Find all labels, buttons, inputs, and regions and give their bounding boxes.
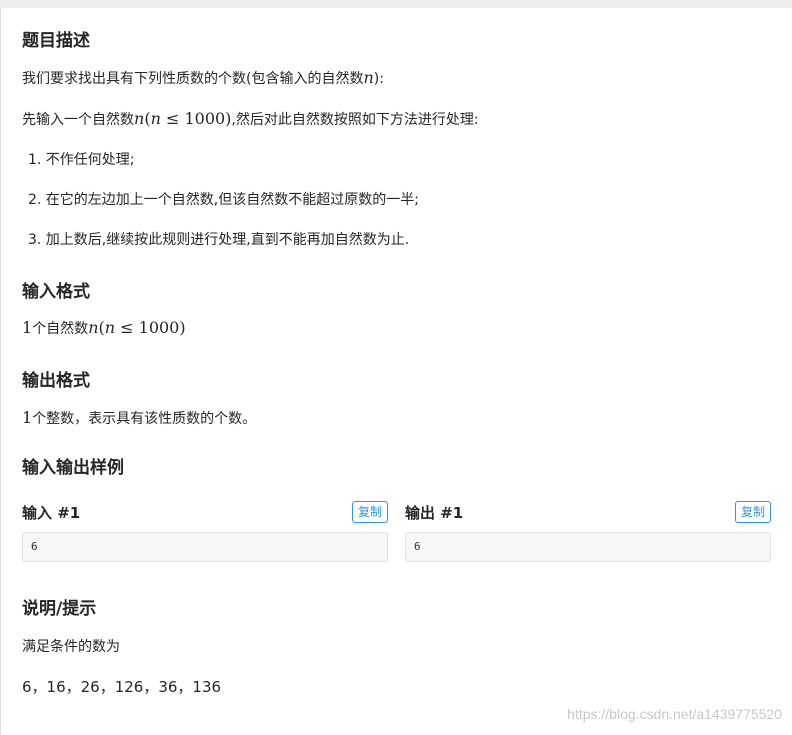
watermark-text: https://blog.csdn.net/a1439775520: [567, 706, 782, 722]
sample-output-panel: 输出 #1 复制 6: [405, 500, 771, 562]
left-border: [0, 8, 1, 735]
output-format-text: 1个整数，表示具有该性质数的个数。: [22, 408, 257, 427]
rule-item-1: 1. 不作任何处理;: [28, 152, 135, 168]
sample-output-code[interactable]: 6: [405, 532, 771, 562]
input-format-text: 1个自然数n(n ≤ 1000): [22, 318, 186, 337]
sample-input-code[interactable]: 6: [22, 532, 388, 562]
description-intro: 我们要求找出具有下列性质数的个数(包含输入的自然数n):: [22, 68, 384, 87]
hint-line-2: 6，16，26，126，36，136: [22, 678, 222, 696]
sample-input-panel: 输入 #1 复制 6: [22, 500, 388, 562]
description-step: 先输入一个自然数n(n ≤ 1000),然后对此自然数按照如下方法进行处理:: [22, 109, 479, 128]
output-format-title: 输出格式: [22, 371, 90, 391]
samples-title: 输入输出样例: [22, 458, 124, 478]
copy-input-button[interactable]: 复制: [351, 501, 388, 523]
rule-item-3: 3. 加上数后,继续按此规则进行处理,直到不能再加自然数为止.: [28, 232, 410, 248]
sample-output-label: 输出 #1: [405, 504, 464, 522]
rule-item-2: 2. 在它的左边加上一个自然数,但该自然数不能超过原数的一半;: [28, 192, 419, 208]
top-bar: [0, 0, 792, 8]
hint-line-1: 满足条件的数为: [22, 639, 120, 655]
input-format-title: 输入格式: [22, 282, 90, 302]
hint-title: 说明/提示: [22, 599, 97, 619]
sample-input-label: 输入 #1: [22, 504, 81, 522]
description-title: 题目描述: [22, 31, 90, 51]
copy-output-button[interactable]: 复制: [734, 501, 771, 523]
